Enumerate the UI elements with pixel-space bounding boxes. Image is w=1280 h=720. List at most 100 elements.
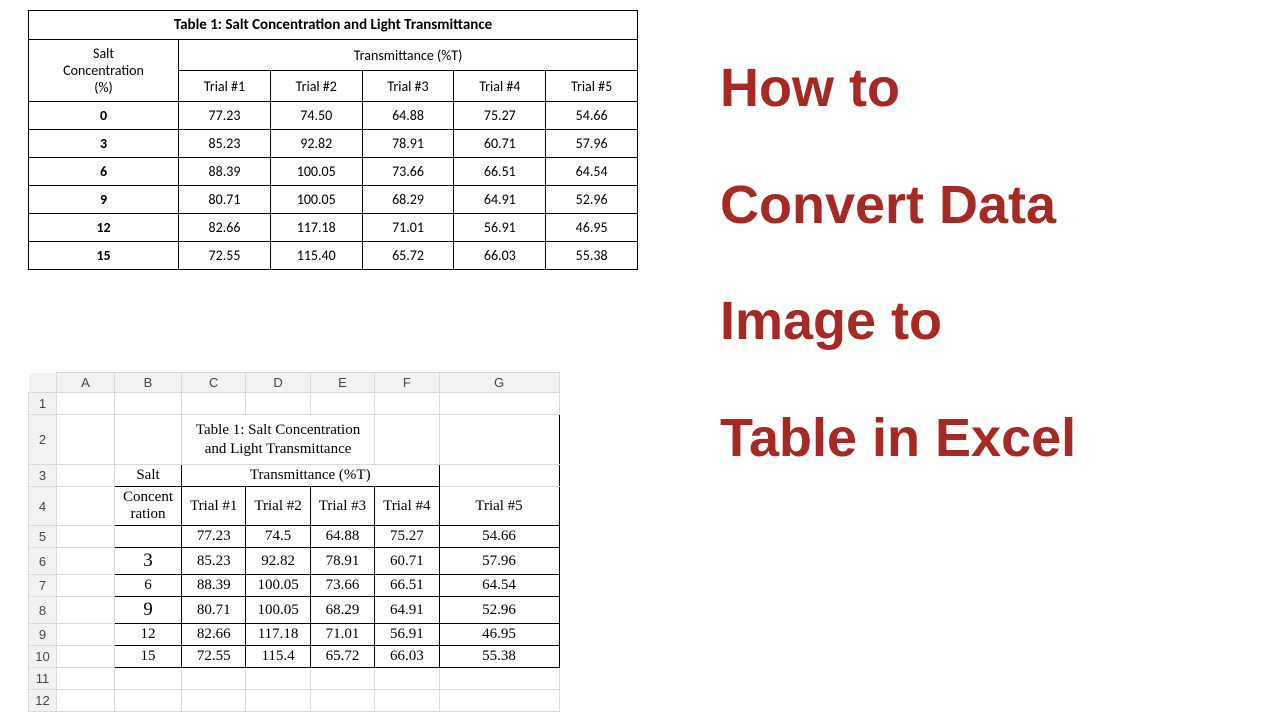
- excel-row-header[interactable]: 11: [29, 668, 57, 690]
- excel-cell[interactable]: 60.71: [375, 548, 439, 575]
- excel-cell[interactable]: [375, 415, 439, 465]
- excel-transmittance-header[interactable]: Transmittance (%T): [182, 465, 440, 487]
- excel-cell[interactable]: 66.51: [375, 575, 439, 597]
- excel-cell[interactable]: [57, 575, 115, 597]
- excel-cell[interactable]: [182, 393, 246, 415]
- excel-cell[interactable]: [375, 668, 439, 690]
- excel-cell[interactable]: [115, 668, 182, 690]
- excel-row-header[interactable]: 6: [29, 548, 57, 575]
- excel-cell[interactable]: 64.54: [439, 575, 559, 597]
- excel-cell[interactable]: 3: [115, 548, 182, 575]
- excel-cell[interactable]: [57, 526, 115, 548]
- excel-row-header[interactable]: 4: [29, 487, 57, 526]
- excel-cell[interactable]: 75.27: [375, 526, 439, 548]
- excel-row-header[interactable]: 9: [29, 624, 57, 646]
- excel-cell[interactable]: 71.01: [310, 624, 374, 646]
- excel-cell[interactable]: 88.39: [182, 575, 246, 597]
- excel-row-header[interactable]: 10: [29, 646, 57, 668]
- excel-cell[interactable]: [246, 393, 310, 415]
- excel-row-header[interactable]: 1: [29, 393, 57, 415]
- excel-cell[interactable]: 72.55: [182, 646, 246, 668]
- excel-title-cell[interactable]: Table 1: Salt Concentrationand Light Tra…: [182, 415, 375, 465]
- excel-cell[interactable]: [57, 393, 115, 415]
- excel-col-header[interactable]: F: [375, 373, 439, 393]
- excel-cell[interactable]: 46.95: [439, 624, 559, 646]
- excel-cell[interactable]: 54.66: [439, 526, 559, 548]
- excel-cell[interactable]: [375, 690, 439, 712]
- excel-cell[interactable]: 115.4: [246, 646, 310, 668]
- excel-col-header[interactable]: B: [115, 373, 182, 393]
- excel-cell[interactable]: [439, 690, 559, 712]
- excel-cell[interactable]: 78.91: [310, 548, 374, 575]
- excel-row-header[interactable]: 12: [29, 690, 57, 712]
- excel-salt-header[interactable]: Concentration: [115, 487, 182, 526]
- excel-cell[interactable]: 117.18: [246, 624, 310, 646]
- excel-row-header[interactable]: 2: [29, 415, 57, 465]
- excel-trial-header[interactable]: Trial #1: [182, 487, 246, 526]
- excel-trial-header[interactable]: Trial #3: [310, 487, 374, 526]
- excel-cell[interactable]: 77.23: [182, 526, 246, 548]
- excel-cell[interactable]: [57, 415, 115, 465]
- excel-cell[interactable]: 68.29: [310, 597, 374, 624]
- excel-cell[interactable]: 52.96: [439, 597, 559, 624]
- excel-corner[interactable]: [29, 373, 57, 393]
- excel-cell[interactable]: 64.91: [375, 597, 439, 624]
- excel-row-header[interactable]: 3: [29, 465, 57, 487]
- excel-trial-header[interactable]: Trial #5: [439, 487, 559, 526]
- excel-row-header[interactable]: 8: [29, 597, 57, 624]
- excel-cell[interactable]: [57, 668, 115, 690]
- excel-cell[interactable]: [246, 668, 310, 690]
- excel-cell[interactable]: 100.05: [246, 597, 310, 624]
- excel-cell[interactable]: [115, 526, 182, 548]
- excel-cell[interactable]: [182, 690, 246, 712]
- excel-cell[interactable]: 56.91: [375, 624, 439, 646]
- excel-cell[interactable]: [57, 597, 115, 624]
- excel-cell[interactable]: [439, 415, 559, 465]
- excel-col-header[interactable]: D: [246, 373, 310, 393]
- excel-cell[interactable]: 92.82: [246, 548, 310, 575]
- excel-cell[interactable]: 12: [115, 624, 182, 646]
- excel-cell[interactable]: [375, 393, 439, 415]
- excel-col-header[interactable]: G: [439, 373, 559, 393]
- excel-cell[interactable]: [439, 393, 559, 415]
- excel-cell[interactable]: 82.66: [182, 624, 246, 646]
- excel-cell[interactable]: 100.05: [246, 575, 310, 597]
- excel-trial-header[interactable]: Trial #2: [246, 487, 310, 526]
- excel-cell[interactable]: [57, 690, 115, 712]
- excel-cell[interactable]: 64.88: [310, 526, 374, 548]
- excel-cell[interactable]: 55.38: [439, 646, 559, 668]
- excel-cell[interactable]: [57, 646, 115, 668]
- excel-col-header[interactable]: A: [57, 373, 115, 393]
- excel-cell[interactable]: [182, 668, 246, 690]
- excel-col-header[interactable]: E: [310, 373, 374, 393]
- excel-row-header[interactable]: 5: [29, 526, 57, 548]
- excel-cell[interactable]: 74.5: [246, 526, 310, 548]
- excel-cell[interactable]: [115, 393, 182, 415]
- excel-cell[interactable]: 66.03: [375, 646, 439, 668]
- excel-cell[interactable]: [57, 487, 115, 526]
- excel-cell[interactable]: 85.23: [182, 548, 246, 575]
- excel-cell[interactable]: 65.72: [310, 646, 374, 668]
- excel-cell[interactable]: [246, 690, 310, 712]
- excel-cell[interactable]: 80.71: [182, 597, 246, 624]
- excel-cell[interactable]: [310, 393, 374, 415]
- excel-cell[interactable]: [310, 690, 374, 712]
- excel-cell[interactable]: [57, 548, 115, 575]
- excel-cell[interactable]: [57, 465, 115, 487]
- excel-cell[interactable]: [439, 465, 559, 487]
- excel-salt-header[interactable]: Salt: [115, 465, 182, 487]
- excel-cell[interactable]: [310, 668, 374, 690]
- excel-cell[interactable]: 6: [115, 575, 182, 597]
- excel-grid[interactable]: A B C D E F G 1 2: [28, 372, 560, 712]
- excel-cell[interactable]: 57.96: [439, 548, 559, 575]
- excel-col-header[interactable]: C: [182, 373, 246, 393]
- excel-row-header[interactable]: 7: [29, 575, 57, 597]
- excel-cell[interactable]: [57, 624, 115, 646]
- excel-cell[interactable]: [439, 668, 559, 690]
- excel-cell[interactable]: 73.66: [310, 575, 374, 597]
- excel-trial-header[interactable]: Trial #4: [375, 487, 439, 526]
- excel-cell[interactable]: [115, 690, 182, 712]
- excel-cell[interactable]: 15: [115, 646, 182, 668]
- excel-cell[interactable]: [115, 415, 182, 465]
- excel-cell[interactable]: 9: [115, 597, 182, 624]
